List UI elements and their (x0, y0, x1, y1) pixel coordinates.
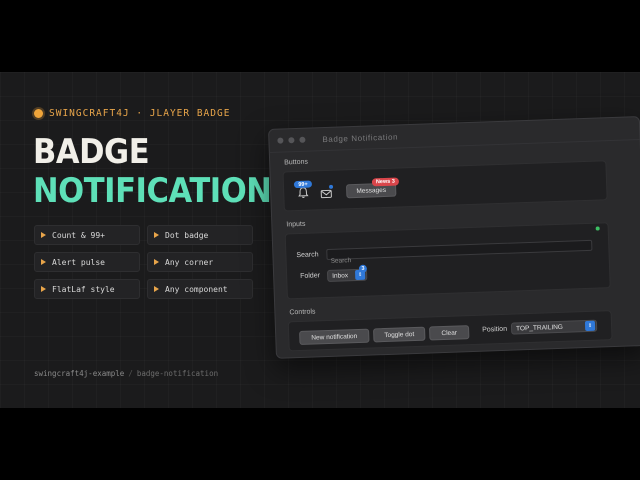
bell-count-badge: 99+ (293, 180, 313, 189)
search-label: Search (296, 251, 319, 260)
position-label: Position (482, 325, 508, 334)
new-notification-button[interactable]: New notification (299, 328, 370, 346)
controls-panel: New notification Toggle dot Clear Positi… (287, 310, 613, 352)
mail-button[interactable] (320, 184, 334, 199)
feature-chip: Count & 99+ (34, 225, 140, 245)
minimize-window-button[interactable] (288, 137, 295, 144)
brand: SWINGCRAFT4J · JLAYER BADGE (34, 108, 230, 119)
feature-label: FlatLaf style (52, 284, 115, 294)
chevron-updown-icon: ⇕ (584, 320, 596, 332)
hero-title-line1: BADGE (33, 132, 150, 172)
feature-label: Dot badge (165, 230, 209, 240)
toggle-dot-label: Toggle dot (384, 330, 415, 339)
repo-path: swingcraft4j-example / badge-notification (34, 369, 218, 378)
feature-chip: Dot badge (147, 225, 253, 245)
folder-value: Inbox (332, 271, 349, 280)
window-title: Badge Notification (322, 131, 399, 144)
mail-icon (320, 189, 332, 199)
section-label-inputs: Inputs (286, 220, 306, 229)
feature-label: Any corner (165, 257, 214, 267)
caret-right-icon (154, 286, 159, 292)
caret-right-icon (41, 259, 46, 265)
caret-right-icon (154, 259, 159, 265)
brand-label: SWINGCRAFT4J · JLAYER BADGE (49, 108, 231, 119)
feature-label: Any component (165, 284, 228, 294)
feature-chip: Any corner (147, 252, 253, 272)
caret-right-icon (41, 286, 46, 292)
folder-label: Folder (300, 272, 321, 280)
bell-button[interactable]: 99+ (293, 180, 313, 200)
inputs-panel: Search Folder Inbox ⇕ 3 (284, 222, 611, 300)
demo-window: Badge Notification Buttons 99+ Messages (268, 116, 640, 359)
feature-label: Alert pulse (52, 257, 105, 267)
caret-right-icon (154, 232, 159, 238)
search-field[interactable] (326, 239, 593, 266)
feature-chip: Alert pulse (34, 252, 140, 272)
section-label-buttons: Buttons (284, 158, 309, 167)
status-dot (595, 226, 600, 231)
hero-title-line2: NOTIFICATION (33, 171, 272, 211)
feature-label: Count & 99+ (52, 230, 105, 240)
clear-label: Clear (441, 329, 458, 337)
position-value: TOP_TRAILING (515, 323, 564, 332)
messages-label: Messages (356, 186, 387, 195)
feature-chip: FlatLaf style (34, 279, 140, 299)
section-label-controls: Controls (289, 308, 316, 317)
new-notification-label: New notification (311, 332, 358, 342)
buttons-panel: 99+ Messages News 3 (282, 160, 608, 212)
clear-button[interactable]: Clear (428, 325, 470, 341)
window-titlebar: Badge Notification (269, 117, 640, 153)
repo-slug: badge-notification (136, 369, 219, 378)
zoom-window-button[interactable] (299, 136, 306, 143)
search-input[interactable] (327, 247, 592, 266)
position-combo[interactable]: TOP_TRAILING ⇕ (510, 319, 598, 335)
repo-name: swingcraft4j-example (34, 369, 125, 378)
caret-right-icon (41, 232, 46, 238)
toggle-dot-button[interactable]: Toggle dot (373, 326, 426, 343)
brand-dot-icon (34, 109, 43, 118)
path-separator: / (128, 369, 133, 378)
feature-chip: Any component (147, 279, 253, 299)
hero-canvas: SWINGCRAFT4J · JLAYER BADGE BADGE NOTIFI… (0, 72, 640, 408)
close-window-button[interactable] (277, 137, 284, 144)
news-badge: News 3 (371, 177, 400, 187)
